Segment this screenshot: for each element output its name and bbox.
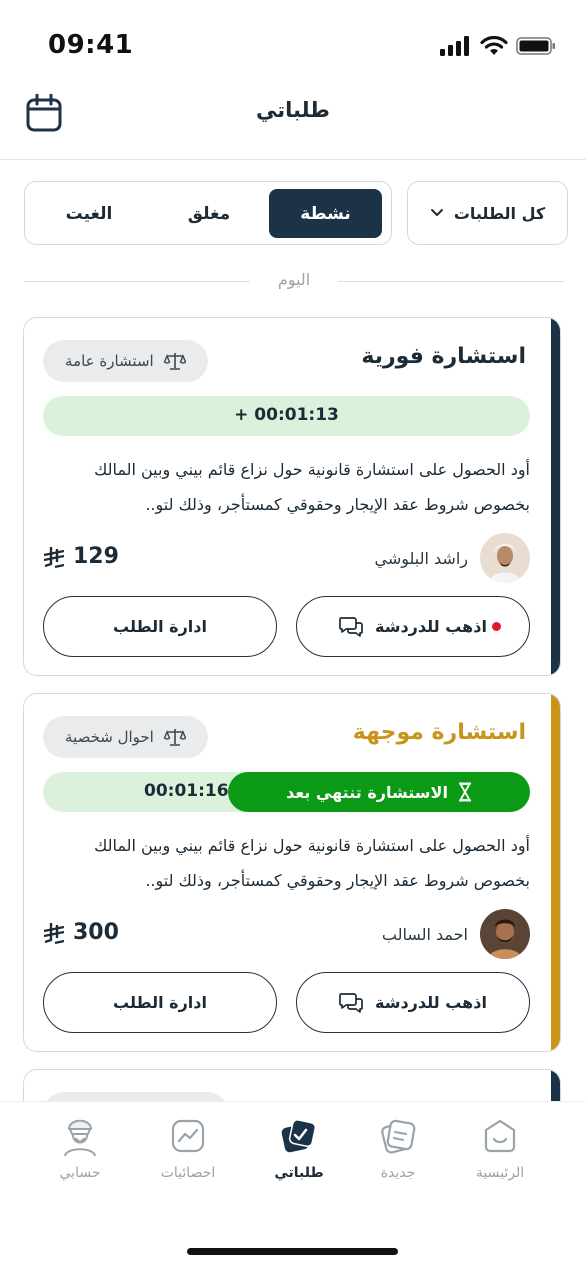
my-requests-icon [281, 1119, 317, 1153]
card-title: استشارة موجهة [352, 720, 526, 745]
scales-icon [163, 353, 186, 370]
category-badge: احوال شخصية [43, 716, 208, 758]
chat-icon [339, 616, 363, 637]
bottom-nav: الرئيسية جديدة طلباتي احصائيات حسابي [0, 1101, 586, 1269]
client-info: راشد البلوشي [374, 532, 530, 584]
scales-icon [163, 729, 186, 746]
price-value: 129 [73, 544, 119, 569]
chat-button-label: اذهب للدردشة [375, 617, 487, 636]
card-accent [551, 318, 560, 675]
new-requests-icon [381, 1119, 416, 1154]
cellular-signal-icon [440, 36, 469, 56]
nav-home[interactable]: الرئيسية [460, 1114, 540, 1181]
app-header: طلباتي [0, 90, 586, 160]
request-card[interactable]: استشارة فورية استشارة عامة + 00:01:13 أو… [23, 317, 561, 676]
wifi-icon [480, 36, 508, 55]
battery-icon [516, 37, 555, 55]
tab-active[interactable]: نشطة [269, 189, 382, 238]
client-name: احمد السالب [381, 924, 468, 944]
filter-row: نشطة مغلق الغيت كل الطلبات [24, 181, 568, 245]
category-label: استشارة عامة [65, 352, 154, 370]
status-time: 09:41 [48, 30, 134, 60]
request-description: أود الحصول على استشارة قانونية حول نزاع … [94, 836, 530, 890]
hourglass-icon [458, 782, 471, 802]
home-icon [484, 1119, 516, 1153]
go-to-chat-button[interactable]: اذهب للدردشة [296, 596, 530, 657]
nav-label: جديدة [380, 1165, 416, 1181]
card-accent [551, 694, 560, 1051]
profile-icon [64, 1119, 96, 1157]
nav-profile[interactable]: حسابي [40, 1114, 120, 1181]
request-description: أود الحصول على استشارة قانونية حول نزاع … [94, 460, 530, 514]
status-icons [440, 36, 556, 56]
nav-stats[interactable]: احصائيات [148, 1114, 228, 1181]
avatar [480, 909, 530, 959]
price: 300 [43, 920, 119, 945]
chevron-down-icon [430, 209, 443, 216]
tab-closed[interactable]: مغلق [157, 189, 261, 238]
divider-line [338, 281, 564, 282]
category-label: احوال شخصية [65, 728, 154, 746]
price-value: 300 [73, 920, 119, 945]
requests-filter-dropdown[interactable]: كل الطلبات [407, 181, 568, 245]
chat-icon [339, 992, 363, 1013]
timer-value: 00:01:16 [144, 781, 229, 801]
client-info: احمد السالب [382, 908, 530, 960]
countdown-timer: 00:01:16 الاستشارة تنتهي بعد [43, 772, 530, 812]
day-divider: اليوم [24, 268, 564, 294]
nav-label: الرئيسية [475, 1165, 525, 1181]
riyal-icon [43, 922, 65, 944]
avatar [480, 533, 530, 583]
home-indicator[interactable] [187, 1248, 398, 1255]
tab-cancelled[interactable]: الغيت [39, 189, 139, 238]
manage-request-button[interactable]: ادارة الطلب [43, 596, 277, 657]
nav-label: حسابي [59, 1165, 101, 1181]
nav-label: احصائيات [160, 1165, 216, 1181]
client-name: راشد البلوشي [374, 548, 468, 568]
dropdown-label: كل الطلبات [453, 203, 546, 223]
nav-label: طلباتي [274, 1165, 324, 1181]
chat-button-label: اذهب للدردشة [375, 993, 487, 1012]
nav-new[interactable]: جديدة [358, 1114, 438, 1181]
category-badge: استشارة عامة [43, 340, 208, 382]
card-title: استشارة فورية [361, 344, 526, 369]
status-bar: 09:41 [0, 0, 586, 90]
stats-icon [171, 1119, 205, 1153]
timer-pill: الاستشارة تنتهي بعد [228, 772, 530, 812]
elapsed-timer: + 00:01:13 [43, 396, 530, 436]
timer-pill-label: الاستشارة تنتهي بعد [286, 782, 448, 802]
timer-value: + 00:01:13 [234, 405, 339, 425]
unread-indicator [492, 622, 501, 631]
status-tabs: نشطة مغلق الغيت [24, 181, 392, 245]
request-card[interactable]: استشارة موجهة احوال شخصية 00:01:16 الاست… [23, 693, 561, 1052]
nav-my-requests[interactable]: طلباتي [259, 1114, 339, 1181]
price: 129 [43, 544, 119, 569]
page-title: طلباتي [256, 98, 330, 122]
riyal-icon [43, 546, 65, 568]
day-label: اليوم [277, 270, 311, 289]
go-to-chat-button[interactable]: اذهب للدردشة [296, 972, 530, 1033]
manage-request-button[interactable]: ادارة الطلب [43, 972, 277, 1033]
